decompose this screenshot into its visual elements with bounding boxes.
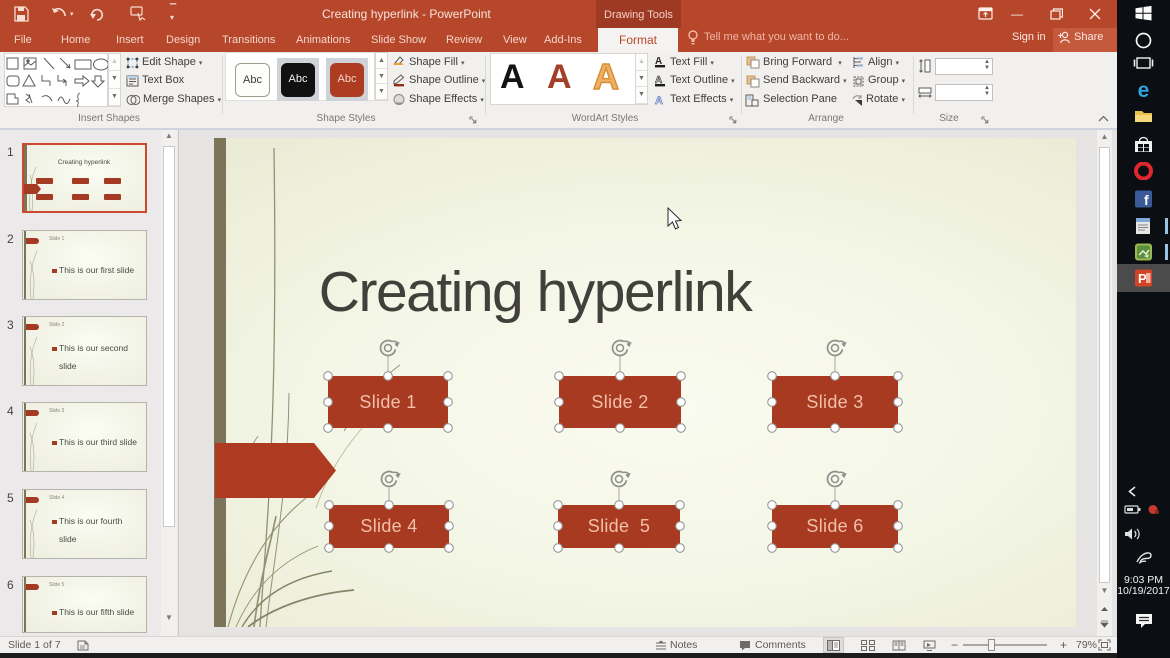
svg-text:P: P	[1138, 271, 1147, 286]
svg-text:f: f	[1144, 192, 1149, 208]
svg-text:A: A	[655, 95, 663, 106]
